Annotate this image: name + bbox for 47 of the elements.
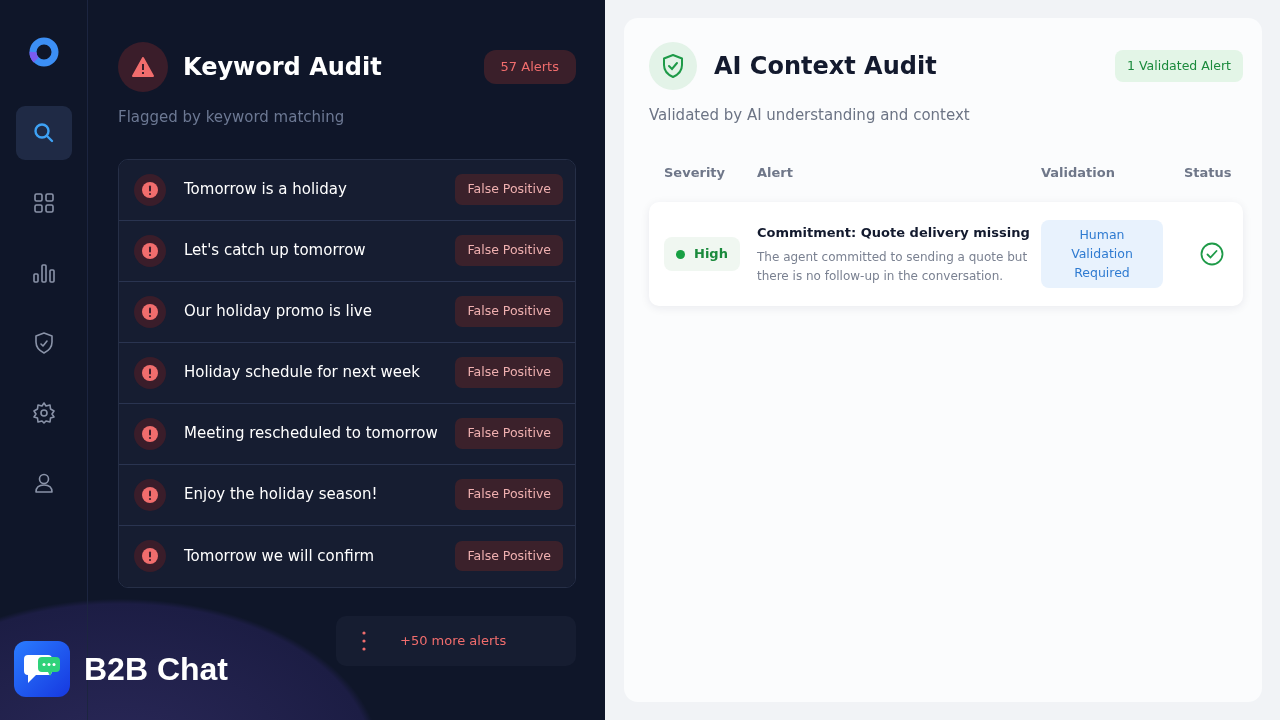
validated-count: 1 Validated Alert xyxy=(1115,49,1243,83)
dots-icon xyxy=(362,630,366,651)
false-positive-tag: False Positive xyxy=(455,479,563,510)
false-positive-tag: False Positive xyxy=(455,540,563,572)
panel-subtitle: Flagged by keyword matching xyxy=(118,107,346,128)
alert-text: Meeting rescheduled to tomorrow xyxy=(184,423,439,445)
logo-icon xyxy=(27,36,60,68)
more-alerts-button[interactable]: +50 more alerts xyxy=(336,615,576,666)
column-header: Status xyxy=(1184,164,1232,180)
alert-text: Tomorrow is a holiday xyxy=(184,179,348,201)
panel-title: AI Context Audit xyxy=(714,51,937,81)
alert-icon xyxy=(142,425,158,442)
alert-description: The agent committed to sending a quote but there is no follow-up in the conversation. xyxy=(757,249,1029,285)
column-header: Validation xyxy=(1041,164,1115,180)
alert-text: Holiday schedule for next week xyxy=(184,362,421,384)
alert-icon xyxy=(142,242,158,259)
alert-text: Our holiday promo is live xyxy=(184,301,373,323)
bar-chart-icon xyxy=(31,261,56,285)
brand-name: B2B Chat xyxy=(84,650,228,689)
alert-text: Tomorrow we will confirm xyxy=(184,545,376,567)
grid-icon xyxy=(31,191,56,215)
false-positive-tag: False Positive xyxy=(455,296,563,327)
false-positive-tag: False Positive xyxy=(455,357,563,388)
alert-text: Let's catch up tomorrow xyxy=(184,240,367,262)
false-positive-tag: False Positive xyxy=(455,174,563,205)
alert-text: Enjoy the holiday season! xyxy=(184,484,379,506)
false-positive-tag: False Positive xyxy=(455,418,563,449)
panel-subtitle: Validated by AI understanding and context xyxy=(649,105,971,126)
shield-check-icon xyxy=(661,53,685,79)
validation-tag: Human Validation Required xyxy=(1041,220,1163,289)
brand-logo xyxy=(14,641,70,697)
column-header: Severity xyxy=(664,164,726,180)
false-positive-tag: False Positive xyxy=(455,235,563,266)
panel-title: Keyword Audit xyxy=(183,52,382,82)
alert-icon xyxy=(142,181,158,198)
severity-tag: High xyxy=(664,237,740,271)
alert-count: 57 Alerts xyxy=(483,50,576,84)
settings-icon xyxy=(31,401,56,425)
alert-title: Commitment: Quote delivery missing xyxy=(757,223,1031,242)
sidebar-item[interactable] xyxy=(15,106,72,160)
search-icon xyxy=(31,121,56,145)
alert-icon xyxy=(142,548,158,564)
alert-icon xyxy=(142,486,158,503)
alert-icon xyxy=(142,303,158,320)
alert-icon xyxy=(142,364,158,381)
warning-icon xyxy=(132,57,154,77)
column-header: Alert xyxy=(757,164,793,180)
